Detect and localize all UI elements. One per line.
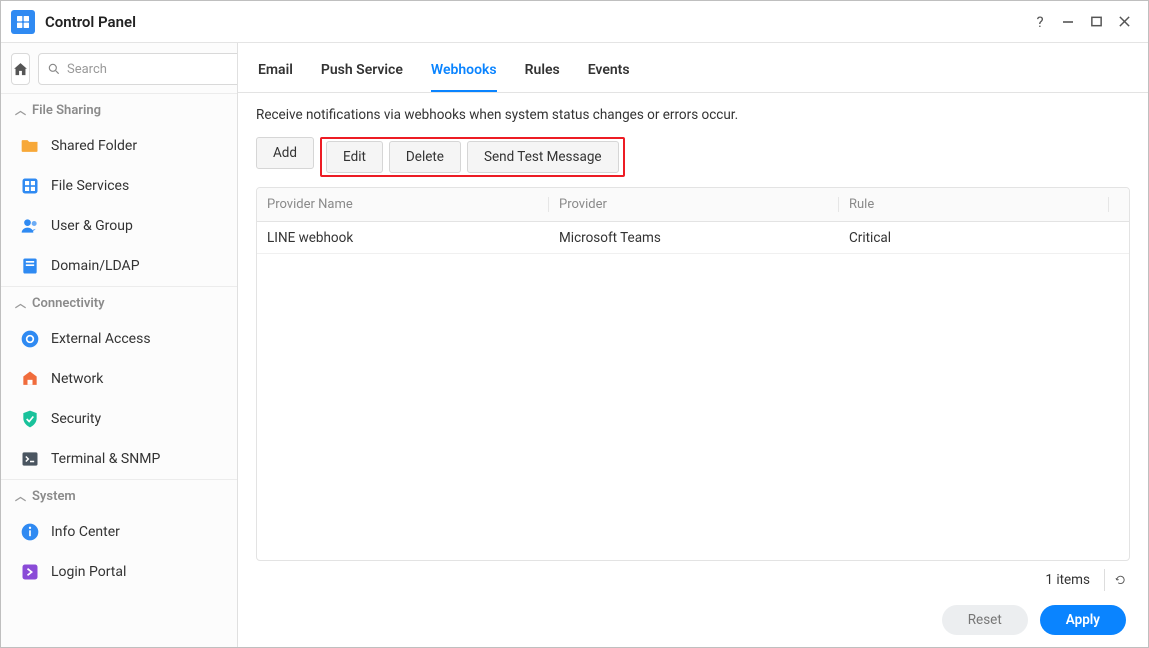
main: Email Push Service Webhooks Rules Events… (238, 43, 1148, 647)
sidebar-item-network[interactable]: Network (1, 359, 237, 399)
edit-button[interactable]: Edit (326, 141, 383, 173)
refresh-icon (1115, 572, 1126, 588)
shield-icon (19, 408, 41, 430)
section-file-sharing[interactable]: ︿ File Sharing (1, 93, 237, 126)
link-icon (19, 328, 41, 350)
sidebar-item-label: Network (51, 371, 103, 387)
tab-webhooks[interactable]: Webhooks (431, 48, 497, 92)
terminal-icon (19, 448, 41, 470)
item-count: 1 items (1045, 572, 1090, 588)
webhook-table: Provider Name Provider Rule LINE webhook… (256, 187, 1130, 561)
sidebar-item-label: Shared Folder (51, 138, 137, 154)
sidebar-item-external-access[interactable]: External Access (1, 319, 237, 359)
sidebar-item-label: File Services (51, 178, 129, 194)
portal-icon (19, 561, 41, 583)
sidebar-item-file-services[interactable]: File Services (1, 166, 237, 206)
sidebar-item-shared-folder[interactable]: Shared Folder (1, 126, 237, 166)
add-button[interactable]: Add (256, 137, 314, 169)
chevron-up-icon: ︿ (15, 488, 26, 504)
column-rule[interactable]: Rule (839, 197, 1109, 212)
table-row[interactable]: LINE webhook Microsoft Teams Critical (257, 222, 1129, 254)
section-system[interactable]: ︿ System (1, 479, 237, 512)
globe-home-icon (19, 368, 41, 390)
cell-rule: Critical (839, 230, 1129, 246)
sidebar-item-domain-ldap[interactable]: Domain/LDAP (1, 246, 237, 286)
sidebar-item-label: User & Group (51, 218, 133, 234)
app-icon (11, 10, 35, 34)
chevron-up-icon: ︿ (15, 102, 26, 118)
send-test-message-button[interactable]: Send Test Message (467, 141, 619, 173)
close-button[interactable] (1110, 8, 1138, 36)
column-provider-name[interactable]: Provider Name (257, 197, 549, 212)
search-icon (47, 62, 61, 76)
minimize-button[interactable] (1054, 8, 1082, 36)
tab-rules[interactable]: Rules (525, 48, 560, 92)
book-icon (19, 255, 41, 277)
sidebar-item-label: Terminal & SNMP (51, 451, 160, 467)
tab-push-service[interactable]: Push Service (321, 48, 403, 92)
sidebar-item-label: External Access (51, 331, 151, 347)
sidebar-item-user-group[interactable]: User & Group (1, 206, 237, 246)
tab-events[interactable]: Events (588, 48, 630, 92)
highlight-annotation: Edit Delete Send Test Message (320, 137, 625, 177)
search-box[interactable] (38, 53, 238, 85)
section-label: File Sharing (32, 103, 101, 118)
window: Control Panel ? ︿ File Sharing (0, 0, 1149, 648)
sidebar-item-label: Domain/LDAP (51, 258, 140, 274)
tabs: Email Push Service Webhooks Rules Events (238, 43, 1148, 93)
sidebar-item-label: Info Center (51, 524, 120, 540)
sidebar-item-security[interactable]: Security (1, 399, 237, 439)
description: Receive notifications via webhooks when … (256, 107, 1130, 123)
sidebar-item-terminal-snmp[interactable]: Terminal & SNMP (1, 439, 237, 479)
users-icon (19, 215, 41, 237)
chevron-up-icon: ︿ (15, 295, 26, 311)
tab-email[interactable]: Email (258, 48, 293, 92)
footer: Reset Apply (256, 599, 1130, 637)
section-label: Connectivity (32, 296, 105, 311)
info-icon (19, 521, 41, 543)
cell-provider: Microsoft Teams (549, 230, 839, 246)
sidebar-item-login-portal[interactable]: Login Portal (1, 552, 237, 592)
file-grid-icon (19, 175, 41, 197)
folder-icon (19, 135, 41, 157)
sidebar: ︿ File Sharing Shared Folder File Servic… (1, 43, 238, 647)
cell-provider-name: LINE webhook (257, 230, 549, 246)
reset-button[interactable]: Reset (942, 605, 1028, 635)
sidebar-item-label: Login Portal (51, 564, 126, 580)
delete-button[interactable]: Delete (389, 141, 461, 173)
status-row: 1 items (256, 561, 1130, 599)
sidebar-item-label: Security (51, 411, 101, 427)
table-body: LINE webhook Microsoft Teams Critical (257, 222, 1129, 560)
table-header: Provider Name Provider Rule (257, 188, 1129, 222)
sidebar-item-info-center[interactable]: Info Center (1, 512, 237, 552)
search-input[interactable] (67, 62, 233, 77)
home-button[interactable] (11, 53, 30, 85)
titlebar: Control Panel ? (1, 1, 1148, 43)
section-connectivity[interactable]: ︿ Connectivity (1, 286, 237, 319)
toolbar: Add Edit Delete Send Test Message (256, 137, 1130, 177)
section-label: System (32, 489, 76, 504)
column-provider[interactable]: Provider (549, 197, 839, 212)
window-title: Control Panel (45, 13, 136, 31)
refresh-button[interactable] (1104, 569, 1126, 591)
maximize-button[interactable] (1082, 8, 1110, 36)
home-icon (12, 61, 29, 78)
help-button[interactable]: ? (1026, 8, 1054, 36)
apply-button[interactable]: Apply (1040, 605, 1126, 635)
